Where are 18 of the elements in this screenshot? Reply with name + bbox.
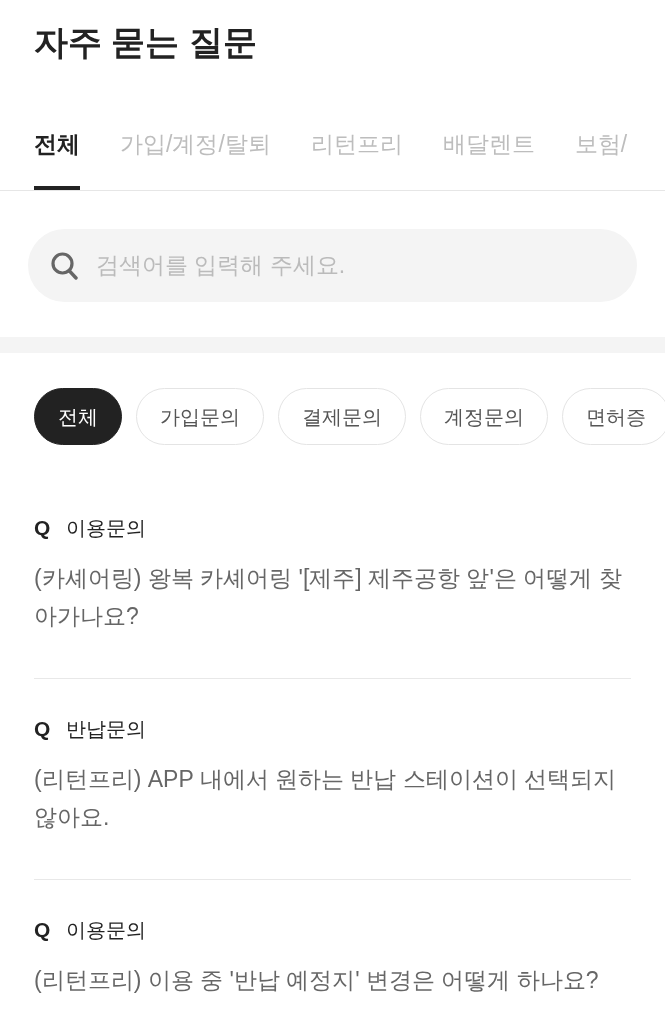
q-label: Q bbox=[34, 515, 51, 541]
filter-chip[interactable]: 면허증 bbox=[562, 388, 665, 445]
question-text[interactable]: (리턴프리) APP 내에서 원하는 반납 스테이션이 선택되지 않아요. bbox=[34, 760, 631, 836]
filter-chip[interactable]: 결제문의 bbox=[278, 388, 406, 445]
q-label: Q bbox=[34, 917, 51, 943]
question-category: 이용문의 bbox=[66, 918, 147, 943]
filter-chip[interactable]: 가입문의 bbox=[136, 388, 264, 445]
search-icon bbox=[51, 252, 78, 280]
question-text[interactable]: (카셰어링) 왕복 카셰어링 '[제주] 제주공항 앞'은 어떻게 찾아가나요? bbox=[34, 559, 631, 635]
category-tab[interactable]: 전체 bbox=[34, 128, 80, 190]
search-field[interactable]: 검색어를 입력해 주세요. bbox=[28, 229, 637, 302]
question-category: 반납문의 bbox=[66, 717, 147, 742]
page-title: 자주 묻는 질문 bbox=[34, 22, 257, 63]
q-label: Q bbox=[34, 716, 51, 742]
filter-chip[interactable]: 계정문의 bbox=[420, 388, 548, 445]
question-category: 이용문의 bbox=[66, 516, 147, 541]
filter-chip[interactable]: 전체 bbox=[34, 388, 122, 445]
question-text[interactable]: (리턴프리) 이용 중 '반납 예정지' 변경은 어떻게 하나요? bbox=[34, 961, 631, 999]
